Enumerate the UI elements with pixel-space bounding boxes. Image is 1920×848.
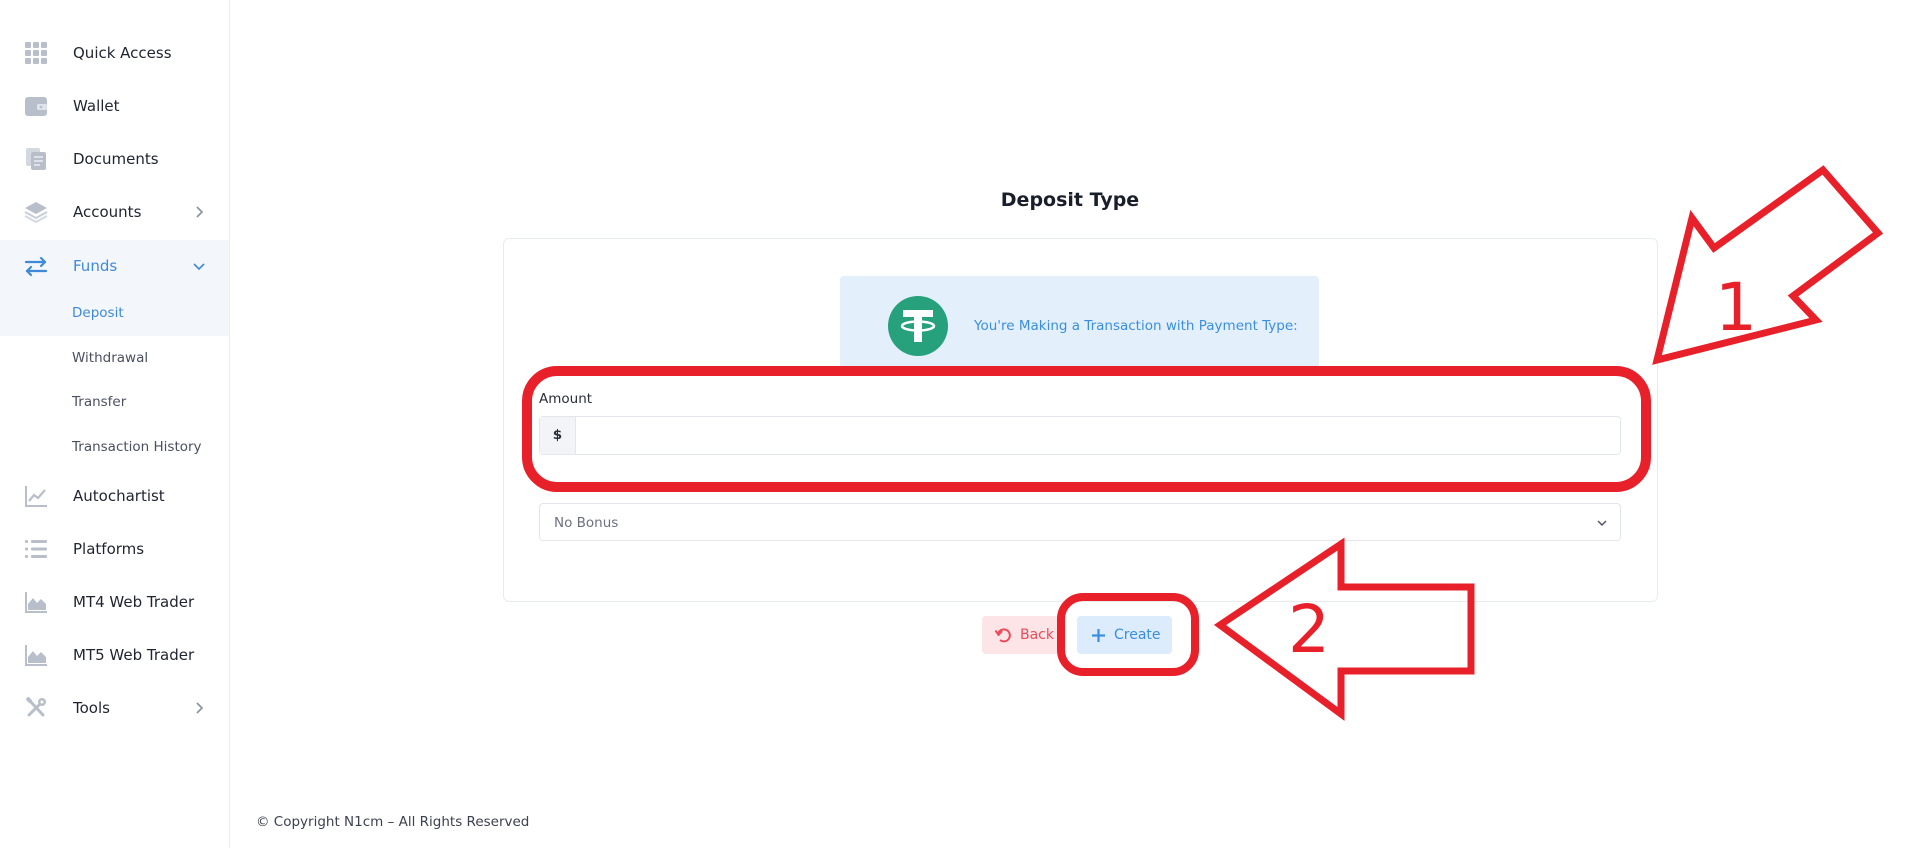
sidebar-item-tools[interactable]: Tools (0, 682, 229, 734)
sidebar-item-wallet[interactable]: Wallet (0, 80, 229, 132)
back-button[interactable]: Back (982, 616, 1060, 654)
payment-type-text: You're Making a Transaction with Payment… (974, 318, 1298, 334)
amount-label: Amount (539, 391, 593, 407)
sidebar-item-mt5-web-trader[interactable]: MT5 Web Trader (0, 629, 229, 681)
bonus-selected-value: No Bonus (554, 515, 619, 531)
submenu-item-transaction-history[interactable]: Transaction History (0, 426, 229, 470)
submenu-item-withdrawal[interactable]: Withdrawal (0, 337, 229, 381)
area-chart-icon (25, 645, 47, 666)
transfer-arrows-icon (24, 256, 48, 277)
annotation-marker-1: 1 (1715, 269, 1757, 346)
footer-copyright: © Copyright N1cm – All Rights Reserved (256, 814, 530, 830)
sidebar-item-label: Documents (73, 150, 159, 168)
amount-input-group: $ (539, 416, 1621, 455)
sidebar-item-label: MT4 Web Trader (73, 593, 195, 611)
chevron-right-icon (196, 702, 204, 714)
sidebar-item-label: Platforms (73, 540, 145, 558)
create-button[interactable]: Create (1077, 616, 1172, 654)
currency-addon: $ (540, 417, 576, 454)
sidebar-item-label: Quick Access (73, 44, 172, 62)
submenu-item-transfer[interactable]: Transfer (0, 381, 229, 425)
sidebar-item-label: MT5 Web Trader (73, 646, 195, 664)
sidebar-item-label: Funds (73, 257, 118, 275)
area-chart-icon (25, 592, 47, 613)
chevron-right-icon (196, 206, 204, 218)
chart-line-icon (25, 486, 47, 507)
submenu-item-label: Deposit (72, 305, 124, 321)
documents-icon (26, 148, 46, 170)
sidebar: Quick Access Wallet Documents Accounts F… (0, 0, 230, 848)
payment-type-banner: You're Making a Transaction with Payment… (840, 276, 1319, 368)
submenu-item-label: Transfer (72, 394, 127, 410)
sidebar-item-label: Accounts (73, 203, 142, 221)
plus-icon (1092, 629, 1105, 642)
layers-icon (24, 202, 48, 224)
submenu-item-deposit[interactable]: Deposit (0, 292, 229, 336)
amount-input[interactable] (577, 417, 1620, 454)
sidebar-item-quick-access[interactable]: Quick Access (0, 27, 229, 79)
bonus-select[interactable]: No Bonus (539, 503, 1621, 541)
submenu-item-label: Withdrawal (72, 350, 149, 366)
undo-icon (994, 628, 1011, 643)
sidebar-item-platforms[interactable]: Platforms (0, 523, 229, 575)
sidebar-item-mt4-web-trader[interactable]: MT4 Web Trader (0, 576, 229, 628)
sidebar-item-documents[interactable]: Documents (0, 133, 229, 185)
tools-icon (25, 696, 46, 717)
chevron-down-icon (1597, 520, 1607, 526)
sidebar-item-accounts[interactable]: Accounts (0, 186, 229, 238)
wallet-icon (25, 97, 47, 116)
chevron-down-icon (193, 263, 205, 271)
arrow-icon (1652, 165, 1884, 365)
grid-icon (25, 42, 47, 64)
sidebar-item-funds[interactable]: Funds (0, 240, 229, 292)
tether-logo-icon (888, 296, 948, 356)
list-icon (25, 540, 47, 558)
sidebar-item-label: Tools (73, 699, 110, 717)
page-title: Deposit Type (1000, 189, 1140, 211)
back-button-label: Back (1020, 627, 1054, 643)
sidebar-item-autochartist[interactable]: Autochartist (0, 470, 229, 522)
annotation-marker-2: 2 (1288, 591, 1330, 668)
create-button-label: Create (1114, 627, 1161, 643)
sidebar-item-label: Wallet (73, 97, 120, 115)
submenu-item-label: Transaction History (72, 439, 202, 455)
app-root: Quick Access Wallet Documents Accounts F… (0, 0, 1920, 848)
sidebar-item-label: Autochartist (73, 487, 165, 505)
